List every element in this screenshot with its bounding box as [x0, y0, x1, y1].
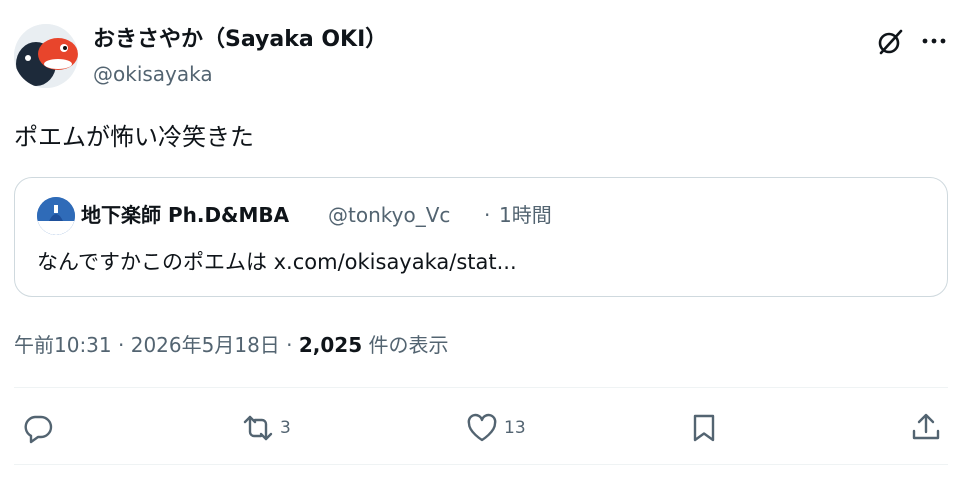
quote-author-handle: @tonkyo_Vc — [328, 203, 451, 227]
reply-icon — [24, 415, 53, 444]
share-button[interactable] — [910, 408, 942, 448]
quoted-tweet[interactable]: 地下楽師 Ph.D&MBA @tonkyo_Vc · 1時間 なんですかこのポエ… — [14, 177, 948, 297]
quote-author-name: 地下楽師 Ph.D&MBA — [81, 203, 290, 227]
tweet-meta: 午前10:31 · 2026年5月18日 · 2,025 件の表示 — [14, 330, 449, 360]
divider — [14, 387, 948, 388]
like-count: 13 — [504, 418, 526, 438]
tweet-time[interactable]: 午前10:31 — [14, 333, 112, 357]
like-button[interactable]: 13 — [466, 408, 526, 448]
retweet-button[interactable]: 3 — [242, 408, 291, 448]
bookmark-icon — [693, 414, 715, 442]
reply-button[interactable] — [22, 408, 60, 448]
bookmark-button[interactable] — [688, 408, 720, 448]
view-count-label: 件の表示 — [368, 333, 449, 357]
grok-icon[interactable] — [874, 26, 906, 58]
divider — [14, 464, 948, 465]
quote-separator: · — [484, 203, 491, 227]
tweet-date[interactable]: 2026年5月18日 — [131, 333, 280, 357]
tweet-text: ポエムが怖い冷笑きた — [14, 123, 254, 151]
meta-separator: · — [286, 333, 293, 357]
quote-text: なんですかこのポエムは x.com/okisayaka/stat... — [37, 250, 517, 274]
quote-timestamp: 1時間 — [499, 203, 552, 227]
more-icon[interactable] — [918, 26, 950, 58]
retweet-icon — [243, 415, 273, 441]
view-count: 2,025 — [298, 333, 363, 357]
author-handle[interactable]: @okisayaka — [93, 60, 213, 88]
retweet-count: 3 — [280, 418, 291, 438]
quote-author-avatar — [37, 197, 75, 235]
author-display-name[interactable]: おきさやか（Sayaka OKI） — [93, 22, 387, 58]
like-icon — [467, 413, 497, 442]
meta-separator: · — [118, 333, 125, 357]
share-icon — [912, 413, 940, 440]
author-avatar[interactable] — [14, 24, 78, 88]
